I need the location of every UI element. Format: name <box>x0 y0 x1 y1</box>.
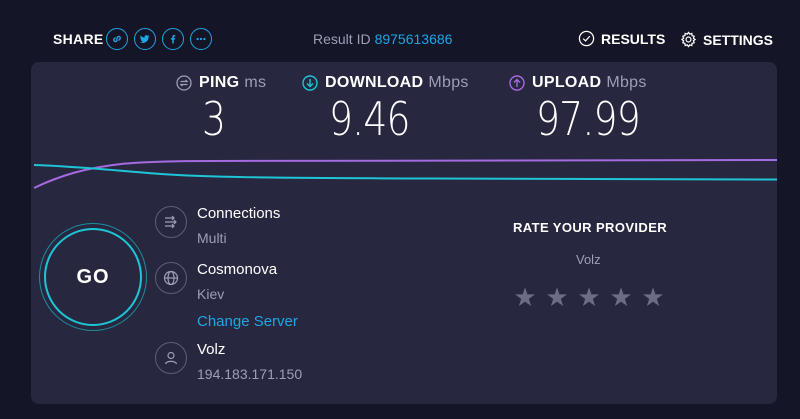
star-icon[interactable]: ★ <box>641 284 665 310</box>
share-icons <box>106 28 212 50</box>
upload-label: UPLOAD <box>532 74 602 91</box>
facebook-icon[interactable] <box>162 28 184 50</box>
star-icon[interactable]: ★ <box>513 284 537 310</box>
upload-graph-line <box>33 159 777 189</box>
results-button[interactable]: RESULTS <box>578 30 666 47</box>
rate-provider-title: RATE YOUR PROVIDER <box>513 220 668 235</box>
rate-provider-name: Volz <box>576 252 601 267</box>
upload-icon <box>509 75 525 91</box>
server-location: Kiev <box>197 286 225 302</box>
download-metric: DOWNLOAD Mbps <box>302 74 469 92</box>
result-id-label: Result ID <box>313 31 371 47</box>
more-icon[interactable] <box>190 28 212 50</box>
results-label: RESULTS <box>601 31 666 47</box>
star-icon[interactable]: ★ <box>609 284 633 310</box>
download-unit: Mbps <box>428 74 469 91</box>
go-button[interactable]: GO <box>44 228 142 326</box>
result-id: Result ID 8975613686 <box>313 31 452 47</box>
ping-label: PING <box>199 74 240 91</box>
share-label: SHARE <box>53 31 104 47</box>
gear-icon <box>680 31 697 48</box>
star-icon[interactable]: ★ <box>545 284 569 310</box>
go-label: GO <box>76 265 110 288</box>
upload-value: 97.99 <box>536 92 641 146</box>
provider-ip: 194.183.171.150 <box>197 366 303 382</box>
connections-value[interactable]: Multi <box>197 230 227 246</box>
top-bar: SHARE Result ID 8975613686 RESULTS SETTIN… <box>0 0 800 62</box>
settings-label: SETTINGS <box>703 31 774 48</box>
ping-icon <box>176 75 192 91</box>
upload-unit: Mbps <box>606 74 647 91</box>
twitter-icon[interactable] <box>134 28 156 50</box>
server-name: Cosmonova <box>197 261 278 278</box>
result-id-value[interactable]: 8975613686 <box>375 31 453 47</box>
link-icon[interactable] <box>106 28 128 50</box>
download-icon <box>302 75 318 91</box>
download-value: 9.46 <box>329 92 411 146</box>
user-icon <box>155 342 187 374</box>
connections-icon <box>155 206 187 238</box>
rating-stars: ★ ★ ★ ★ ★ <box>513 284 665 310</box>
connections-title: Connections <box>197 205 281 222</box>
upload-metric: UPLOAD Mbps <box>509 74 647 92</box>
globe-icon <box>155 262 187 294</box>
ping-unit: ms <box>244 74 267 91</box>
download-graph-line <box>33 164 777 181</box>
ping-value: 3 <box>202 92 226 146</box>
provider-name: Volz <box>197 341 226 358</box>
download-label: DOWNLOAD <box>325 74 424 91</box>
settings-button[interactable]: SETTINGS <box>680 31 773 48</box>
star-icon[interactable]: ★ <box>577 284 601 310</box>
change-server-link[interactable]: Change Server <box>197 313 298 330</box>
check-circle-icon <box>578 30 595 47</box>
speed-graph <box>33 159 777 189</box>
ping-metric: PING ms <box>176 74 266 92</box>
